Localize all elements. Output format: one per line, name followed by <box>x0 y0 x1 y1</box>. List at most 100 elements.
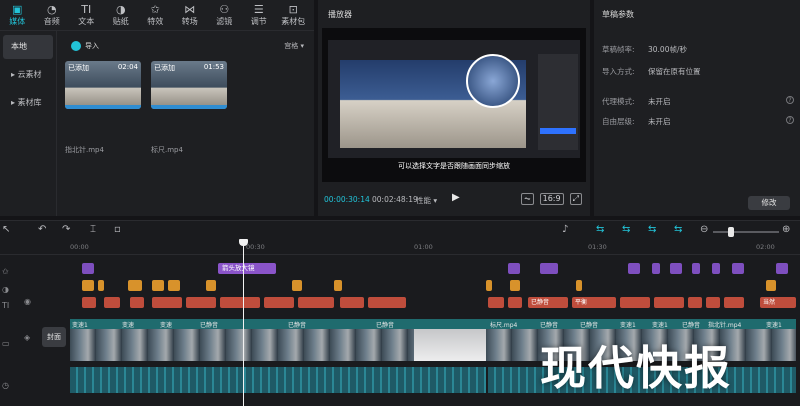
play-icon[interactable]: ▶ <box>452 192 460 203</box>
linkage-icon[interactable]: ⇆ <box>648 224 656 235</box>
video-clip-label: 已静音 <box>580 322 599 329</box>
view-mode-dropdown[interactable]: 宫格 ▾ <box>284 41 304 51</box>
cover-button[interactable]: 封面 <box>42 327 66 347</box>
sticker-clip[interactable] <box>292 280 302 291</box>
audio-track-segment[interactable] <box>70 367 486 393</box>
text-clip[interactable]: 平衡 <box>572 297 616 308</box>
sticker-clip[interactable] <box>766 280 776 291</box>
nav-cloud[interactable]: ▸ 云素材 <box>3 63 53 87</box>
effect-clip[interactable] <box>776 263 788 274</box>
help-icon[interactable]: ? <box>786 116 794 124</box>
undo-icon[interactable]: ↶ <box>38 224 46 235</box>
text-clip[interactable] <box>82 297 96 308</box>
toolbar-media[interactable]: ▣ 媒体 <box>0 0 35 30</box>
toolbar-sticker[interactable]: ◑ 贴纸 <box>104 0 139 30</box>
performance-dropdown[interactable]: 性能 ▾ <box>416 195 437 206</box>
text-clip[interactable] <box>488 297 504 308</box>
effect-clip[interactable] <box>82 263 94 274</box>
sticker-clip[interactable] <box>82 280 94 291</box>
effect-clip[interactable]: 箭头放大镜 <box>218 263 276 274</box>
text-clip[interactable]: 已静音 <box>528 297 568 308</box>
text-clip[interactable] <box>724 297 744 308</box>
text-clip[interactable] <box>688 297 702 308</box>
text-clip[interactable] <box>186 297 216 308</box>
sticker-clip[interactable] <box>168 280 180 291</box>
effect-clip[interactable] <box>652 263 660 274</box>
sticker-clip[interactable] <box>334 280 342 291</box>
import-button[interactable]: 导入 <box>65 39 105 53</box>
text-clip[interactable] <box>340 297 364 308</box>
toolbar-filter[interactable]: ⚇ 滤镜 <box>207 0 242 30</box>
text-clip[interactable] <box>706 297 720 308</box>
text-clip[interactable] <box>152 297 182 308</box>
effect-clip[interactable] <box>712 263 720 274</box>
nav-library[interactable]: ▸ 素材库 <box>3 91 53 115</box>
text-clip[interactable] <box>654 297 684 308</box>
microphone-icon[interactable]: ♪ <box>562 224 568 235</box>
nav-local[interactable]: 本地 <box>3 35 53 59</box>
clip-progress-bar <box>151 105 227 109</box>
toolbar-transition[interactable]: ⋈ 转场 <box>173 0 208 30</box>
text-clip[interactable]: 当然 <box>760 297 796 308</box>
ruler-tick: 01:30 <box>588 243 607 251</box>
fullscreen-icon[interactable]: ⤢ <box>569 193 582 205</box>
effect-clip[interactable] <box>692 263 700 274</box>
aspect-ratio-button[interactable]: 16:9 <box>539 193 564 205</box>
text-clip[interactable] <box>620 297 650 308</box>
toolbar-audio[interactable]: ◔ 音频 <box>35 0 70 30</box>
toolbar-text[interactable]: TI 文本 <box>69 0 104 30</box>
help-icon[interactable]: ? <box>786 96 794 104</box>
sticker-clip[interactable] <box>98 280 104 291</box>
text-clip[interactable] <box>508 297 522 308</box>
preview-axis-icon[interactable]: ⇆ <box>674 224 682 235</box>
media-clip-thumbnail[interactable]: 已添加 01:53 <box>151 61 227 109</box>
sticker-track-icon: ◑ <box>2 285 9 294</box>
sticker-clip[interactable] <box>510 280 520 291</box>
text-clip[interactable] <box>298 297 334 308</box>
player-preview[interactable]: 可以选择文字是否跟随画面同步缩放 <box>322 28 586 182</box>
eye-icon[interactable]: ◉ <box>24 297 31 306</box>
zoom-in-icon[interactable]: ⊕ <box>782 224 790 235</box>
sticker-clip[interactable] <box>576 280 582 291</box>
added-tag: 已添加 <box>68 64 89 72</box>
audio-icon: ◔ <box>46 2 57 16</box>
watermark-logo: 现代快报 <box>540 341 732 395</box>
main-video-track-segment[interactable] <box>414 319 486 361</box>
media-clip-thumbnail[interactable]: 已添加 02:04 <box>65 61 141 109</box>
text-clip[interactable] <box>368 297 406 308</box>
preview-frame <box>328 40 580 158</box>
effect-clip[interactable] <box>670 263 682 274</box>
playhead[interactable] <box>243 241 244 406</box>
split-icon[interactable]: ⌶ <box>90 224 96 235</box>
toolbar-package[interactable]: ⊡ 素材包 <box>276 0 311 30</box>
waveform-icon[interactable]: ⏦ <box>521 193 534 205</box>
delete-icon[interactable]: ▫ <box>114 224 121 235</box>
zoom-slider-handle[interactable] <box>728 227 734 237</box>
select-cursor-icon[interactable]: ↖ <box>2 224 10 235</box>
effect-clip[interactable] <box>732 263 744 274</box>
sticker-clip[interactable] <box>206 280 216 291</box>
effect-clip[interactable] <box>540 263 558 274</box>
sticker-clip[interactable] <box>152 280 164 291</box>
zoom-slider[interactable] <box>713 231 779 233</box>
zoom-out-icon[interactable]: ⊖ <box>700 224 708 235</box>
toolbar-effects[interactable]: ✩ 特效 <box>138 0 173 30</box>
snap-icon[interactable]: ⇆ <box>622 224 630 235</box>
toolbar-adjust[interactable]: ☰ 调节 <box>242 0 277 30</box>
effect-clip[interactable] <box>508 263 520 274</box>
edit-button[interactable]: 修改 <box>748 196 790 210</box>
timeline-ruler[interactable]: 00:00 00:30 01:00 01:30 02:00 <box>0 241 800 255</box>
playhead-handle[interactable] <box>239 239 248 246</box>
text-clip[interactable] <box>104 297 120 308</box>
text-clip[interactable] <box>220 297 260 308</box>
link-main-track-icon[interactable]: ⇆ <box>596 224 604 235</box>
sticker-clip[interactable] <box>128 280 142 291</box>
video-clip-label: 指北针.mp4 <box>708 322 742 329</box>
effect-clip[interactable] <box>628 263 640 274</box>
sticker-clip[interactable] <box>486 280 492 291</box>
lock-icon[interactable]: ◈ <box>24 333 30 342</box>
text-clip[interactable] <box>264 297 294 308</box>
redo-icon[interactable]: ↷ <box>62 224 70 235</box>
text-clip[interactable] <box>130 297 144 308</box>
video-clip-label: 变速1 <box>766 322 782 329</box>
